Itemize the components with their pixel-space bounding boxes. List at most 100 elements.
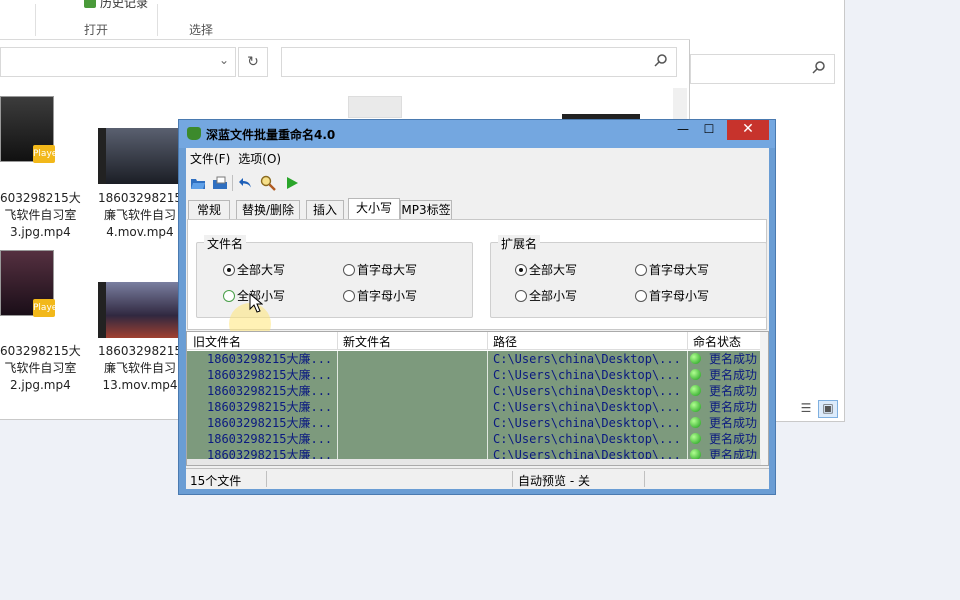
close-button[interactable]: ✕ bbox=[727, 120, 769, 140]
tab-general[interactable]: 常规 bbox=[188, 200, 230, 220]
vertical-scrollbar[interactable] bbox=[760, 332, 768, 465]
column-new-name[interactable]: 新文件名 bbox=[343, 333, 391, 350]
history-icon bbox=[84, 0, 96, 8]
column-divider[interactable] bbox=[337, 332, 338, 350]
radio-filename-lowercase-first[interactable]: 首字母小写 bbox=[343, 287, 417, 304]
table-row[interactable]: 18603298215大廉... C:\Users\china\Desktop\… bbox=[187, 367, 761, 383]
radio-ext-capitalize[interactable]: 首字母大写 bbox=[635, 261, 709, 278]
table-row[interactable]: 18603298215大廉... C:\Users\china\Desktop\… bbox=[187, 399, 761, 415]
table-row[interactable]: 18603298215大廉... C:\Users\china\Desktop\… bbox=[187, 383, 761, 399]
tab-insert[interactable]: 插入 bbox=[306, 200, 344, 220]
cell-divider bbox=[487, 367, 488, 383]
cell-path: C:\Users\china\Desktop\... bbox=[493, 384, 681, 398]
file-name-line: 3.jpg.mp4 bbox=[9, 225, 71, 239]
cell-old-name: 18603298215大廉... bbox=[207, 352, 333, 366]
radio-label: 首字母小写 bbox=[649, 289, 710, 303]
toolbar-divider bbox=[232, 175, 233, 191]
radio-unchecked-icon bbox=[343, 290, 355, 302]
video-thumbnail[interactable] bbox=[98, 282, 180, 338]
cell-divider bbox=[487, 351, 488, 367]
search-icon[interactable] bbox=[812, 60, 826, 78]
cell-divider bbox=[687, 415, 688, 431]
auto-preview-status: 自动预览 - 关 bbox=[518, 474, 590, 488]
file-label[interactable]: 603298215大 飞软件自习室 3.jpg.mp4 bbox=[0, 190, 81, 241]
ribbon-divider bbox=[35, 4, 36, 36]
search-input[interactable] bbox=[281, 47, 677, 77]
cell-old-name: 18603298215大廉... bbox=[207, 400, 333, 414]
open-file-icon[interactable] bbox=[212, 175, 228, 191]
file-label[interactable]: 603298215大 飞软件自习室 2.jpg.mp4 bbox=[0, 343, 81, 394]
case-settings-panel: 文件名 全部大写 首字母大写 全部小写 首字母小写 扩展名 全部大写 首字母大写… bbox=[187, 219, 767, 345]
search-input[interactable] bbox=[690, 54, 835, 84]
address-bar[interactable]: ⌄ bbox=[0, 47, 236, 77]
file-label[interactable]: 18603298215 廉飞软件自习 13.mov.mp4 bbox=[98, 343, 182, 394]
file-name-line: 603298215大 bbox=[0, 344, 81, 358]
large-icons-view-icon[interactable]: ▣ bbox=[818, 400, 838, 418]
undo-icon[interactable] bbox=[238, 175, 254, 191]
file-name-line: 飞软件自习室 bbox=[4, 361, 77, 375]
radio-filename-all-upper[interactable]: 全部大写 bbox=[223, 261, 285, 278]
video-thumbnail[interactable] bbox=[98, 128, 180, 184]
cell-path: C:\Users\china\Desktop\... bbox=[493, 400, 681, 414]
column-old-name[interactable]: 旧文件名 bbox=[193, 333, 241, 350]
menu-options[interactable]: 选项(O) bbox=[238, 150, 281, 167]
cell-divider bbox=[337, 383, 338, 399]
table-row[interactable]: 18603298215大廉... C:\Users\china\Desktop\… bbox=[187, 415, 761, 431]
window-body: 文件(F) 选项(O) 常规 替换/删除 插入 大小写 MP3标签 文件名 全部… bbox=[186, 148, 769, 489]
extension-case-group: 扩展名 全部大写 首字母大写 全部小写 首字母小写 bbox=[490, 235, 767, 318]
radio-checked-icon bbox=[223, 264, 235, 276]
tab-case[interactable]: 大小写 bbox=[348, 198, 400, 220]
menu-file[interactable]: 文件(F) bbox=[190, 150, 230, 167]
chevron-down-icon[interactable]: ⌄ bbox=[219, 53, 229, 67]
details-view-icon[interactable]: ☰ bbox=[796, 401, 816, 419]
cell-divider bbox=[337, 399, 338, 415]
title-bar[interactable]: 深蓝文件批量重命名4.0 — ☐ ✕ bbox=[179, 120, 775, 148]
cell-status: 更名成功 bbox=[709, 384, 758, 398]
horizontal-scrollbar[interactable] bbox=[187, 459, 761, 465]
file-name-line: 廉飞软件自习 bbox=[103, 208, 176, 222]
table-row[interactable]: 18603298215大廉... C:\Users\china\Desktop\… bbox=[187, 431, 761, 447]
radio-ext-all-lower[interactable]: 全部小写 bbox=[515, 287, 577, 304]
file-thumbnail[interactable]: Player bbox=[0, 250, 61, 317]
cell-divider bbox=[337, 415, 338, 431]
filename-case-group: 文件名 全部大写 首字母大写 全部小写 首字母小写 bbox=[196, 235, 473, 345]
column-divider[interactable] bbox=[487, 332, 488, 350]
status-divider bbox=[512, 471, 513, 487]
maximize-button[interactable]: ☐ bbox=[695, 120, 723, 140]
status-bar: 15个文件 自动预览 - 关 bbox=[186, 468, 769, 488]
minimize-button[interactable]: — bbox=[669, 120, 697, 140]
ribbon-group-open-label: 打开 bbox=[84, 23, 109, 37]
column-divider[interactable] bbox=[687, 332, 688, 350]
file-name-line: 18603298215 bbox=[98, 191, 182, 205]
search-icon[interactable] bbox=[654, 53, 668, 71]
player-badge: Player bbox=[33, 145, 61, 163]
history-button[interactable]: 历史记录 bbox=[100, 0, 148, 11]
window-title: 深蓝文件批量重命名4.0 bbox=[206, 128, 336, 142]
tab-replace-delete[interactable]: 替换/删除 bbox=[236, 200, 300, 220]
radio-unchecked-icon bbox=[635, 290, 647, 302]
radio-filename-capitalize[interactable]: 首字母大写 bbox=[343, 261, 417, 278]
search-icon[interactable] bbox=[260, 175, 276, 191]
column-path[interactable]: 路径 bbox=[493, 333, 517, 350]
column-status[interactable]: 命名状态 bbox=[693, 333, 741, 350]
file-thumbnail[interactable] bbox=[348, 96, 402, 118]
radio-ext-lowercase-first[interactable]: 首字母小写 bbox=[635, 287, 709, 304]
file-list[interactable]: 旧文件名 新文件名 路径 命名状态 18603298215大廉... C:\Us… bbox=[186, 331, 769, 466]
open-folder-icon[interactable] bbox=[190, 175, 206, 191]
cell-old-name: 18603298215大廉... bbox=[207, 432, 333, 446]
table-row[interactable]: 18603298215大廉... C:\Users\china\Desktop\… bbox=[187, 351, 761, 367]
view-switcher: ☰ ▣ bbox=[796, 400, 840, 419]
file-label[interactable]: 18603298215 廉飞软件自习 4.mov.mp4 bbox=[98, 190, 182, 241]
refresh-button[interactable]: ↻ bbox=[238, 47, 268, 77]
run-icon[interactable] bbox=[284, 175, 300, 191]
radio-label: 首字母大写 bbox=[357, 263, 418, 277]
success-status-icon bbox=[690, 385, 701, 396]
cell-old-name: 18603298215大廉... bbox=[207, 368, 333, 382]
cell-divider bbox=[487, 415, 488, 431]
cell-status: 更名成功 bbox=[709, 352, 758, 366]
file-thumbnail[interactable]: Player bbox=[0, 96, 61, 163]
radio-ext-all-upper[interactable]: 全部大写 bbox=[515, 261, 577, 278]
radio-label: 首字母大写 bbox=[649, 263, 710, 277]
tab-mp3-tags[interactable]: MP3标签 bbox=[400, 200, 452, 220]
extension-group-title: 扩展名 bbox=[498, 235, 541, 252]
